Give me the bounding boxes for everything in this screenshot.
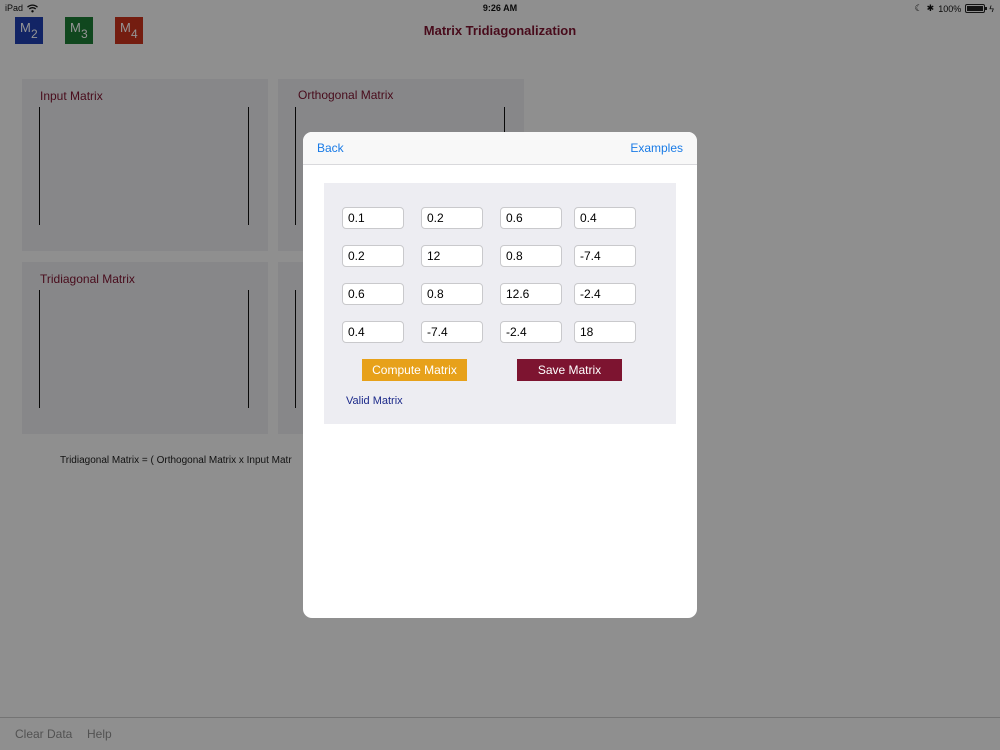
matrix-cell-input[interactable]: 0.8 bbox=[500, 245, 562, 267]
matrix-entry-panel: 0.1 0.2 0.6 0.4 0.2 12 0.8 -7.4 0.6 0.8 12.6 -2.4 0.… bbox=[324, 183, 676, 424]
matrix-cell-input[interactable]: -2.4 bbox=[500, 321, 562, 343]
matrix-cell-input[interactable]: 12 bbox=[421, 245, 483, 267]
matrix-cell-input[interactable]: 0.6 bbox=[342, 283, 404, 305]
matrix-cell-input[interactable]: 0.6 bbox=[500, 207, 562, 229]
save-matrix-button[interactable]: Save Matrix bbox=[517, 359, 622, 381]
matrix-cell-input[interactable]: 18 bbox=[574, 321, 636, 343]
matrix-cell-input[interactable]: 0.4 bbox=[342, 321, 404, 343]
validation-status: Valid Matrix bbox=[346, 395, 403, 407]
matrix-cell-input[interactable]: 0.8 bbox=[421, 283, 483, 305]
modal-header: Back Examples bbox=[303, 132, 697, 165]
matrix-cell-input[interactable]: 12.6 bbox=[500, 283, 562, 305]
matrix-cell-input[interactable]: 0.2 bbox=[421, 207, 483, 229]
matrix-entry-modal: Back Examples 0.1 0.2 0.6 0.4 0.2 12 0.8 -7.4 0.… bbox=[303, 132, 697, 618]
examples-button[interactable]: Examples bbox=[630, 141, 683, 155]
matrix-cell-input[interactable]: -7.4 bbox=[574, 245, 636, 267]
compute-matrix-button[interactable]: Compute Matrix bbox=[362, 359, 467, 381]
back-button[interactable]: Back bbox=[317, 141, 344, 155]
matrix-cell-input[interactable]: 0.2 bbox=[342, 245, 404, 267]
matrix-cell-input[interactable]: 0.1 bbox=[342, 207, 404, 229]
matrix-cell-input[interactable]: 0.4 bbox=[574, 207, 636, 229]
matrix-cell-input[interactable]: -7.4 bbox=[421, 321, 483, 343]
matrix-cell-input[interactable]: -2.4 bbox=[574, 283, 636, 305]
